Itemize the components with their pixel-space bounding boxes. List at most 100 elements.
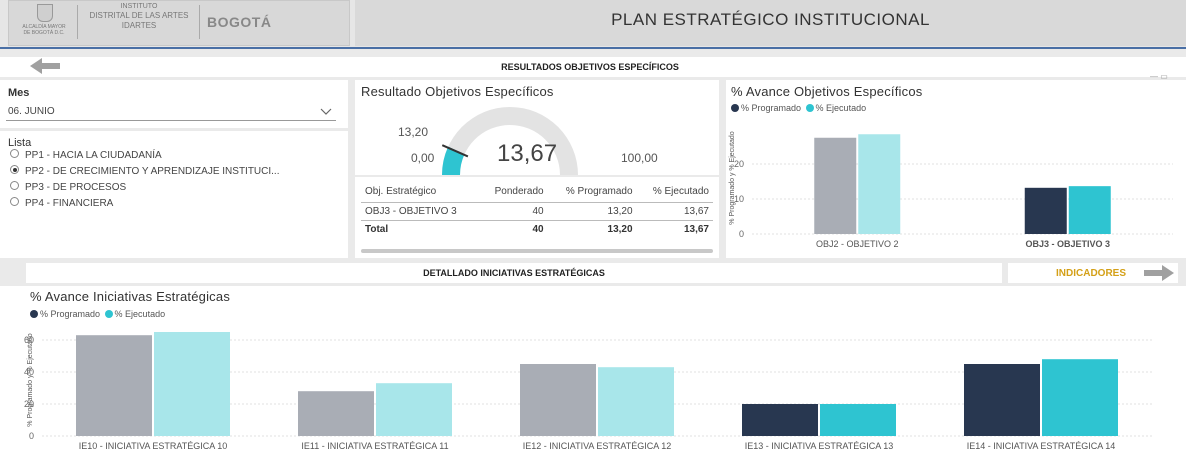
- gauge-target-label: 13,20: [398, 125, 429, 139]
- arrow-left-icon: [30, 58, 60, 74]
- escudo-icon: [37, 4, 53, 22]
- title-box: PLAN ESTRATÉGICO INSTITUCIONAL: [355, 0, 1186, 46]
- x-tick-label: IE14 - INICIATIVA ESTRATÉGICA 14: [967, 441, 1116, 451]
- section-title-detallado: DETALLADO INICIATIVAS ESTRATÉGICAS: [423, 268, 605, 278]
- legend-programado-label: % Programado: [741, 103, 802, 113]
- logo-text-instituto: INSTITUTO: [120, 3, 158, 10]
- iniciativas-chart-title: % Avance Iniciativas Estratégicas: [30, 289, 231, 304]
- iniciativas-bar-chart[interactable]: % Programado y % Ejecutado 0 20 40 60 IE10 - …: [22, 322, 1182, 452]
- logo-text-distrital: DISTRITAL DE LAS ARTES: [89, 11, 189, 20]
- y-tick-label: 20: [734, 159, 744, 169]
- obj-table: Obj. Estratégico Ponderado % Programado …: [361, 180, 713, 238]
- objetivos-bar-chart[interactable]: % Programado y % Ejecutado0 10 20 OBJ2 - OB…: [728, 116, 1183, 256]
- x-tick-label: IE12 - INICIATIVA ESTRATÉGICA 12: [523, 441, 672, 451]
- lista-option-label: PP3 - DE PROCESOS: [25, 182, 127, 193]
- mes-label: Mes: [8, 87, 30, 99]
- bar-ejecutado[interactable]: [820, 404, 896, 436]
- gauge-value: 13,67: [497, 140, 558, 167]
- logo-bogota: BOGOTÁ: [207, 14, 272, 30]
- chevron-down-icon: [320, 108, 332, 115]
- lista-option-label: PP4 - FINANCIERA: [25, 198, 114, 209]
- bar-programado[interactable]: [520, 364, 596, 436]
- legend-ejecutado-label: % Ejecutado: [815, 103, 867, 113]
- bar-ejecutado[interactable]: [376, 383, 452, 436]
- x-tick-label: IE13 - INICIATIVA ESTRATÉGICA 13: [745, 441, 894, 451]
- table-cell: 40: [532, 224, 544, 235]
- y-tick-label: 0: [739, 229, 744, 239]
- legend-programado-dot: [731, 104, 739, 112]
- radio-icon: [10, 149, 19, 158]
- legend-programado-label: % Programado: [40, 309, 101, 319]
- table-cell: 13,67: [683, 224, 709, 235]
- legend-ejecutado-label: % Ejecutado: [114, 309, 166, 319]
- lista-option-pp1[interactable]: PP1 - HACIA LA CIUDADANÍA: [10, 148, 345, 164]
- bar-programado[interactable]: [76, 335, 152, 436]
- y-tick-label: 40: [24, 367, 34, 377]
- y-tick-label: 20: [24, 399, 34, 409]
- logo-box: ALCALDÍA MAYOR DE BOGOTÁ D.C. INSTITUTO …: [8, 0, 350, 46]
- y-axis-title: % Programado y % Ejecutado: [729, 131, 736, 224]
- table-cell: 13,20: [607, 224, 633, 235]
- x-tick-label: OBJ3 - OBJETIVO 3: [1025, 239, 1110, 249]
- x-tick-label: IE11 - INICIATIVA ESTRATÉGICA 11: [301, 441, 448, 451]
- table-row[interactable]: OBJ3 - OBJETIVO 3 40 13,20 13,67: [361, 203, 713, 221]
- back-button[interactable]: [30, 57, 62, 75]
- y-tick-label: 10: [734, 194, 744, 204]
- radio-icon: [10, 197, 19, 206]
- lista-options: PP1 - HACIA LA CIUDADANÍA PP2 - DE CRECI…: [10, 148, 345, 212]
- lista-option-pp4[interactable]: PP4 - FINANCIERA: [10, 196, 345, 212]
- col-header[interactable]: % Programado: [548, 180, 637, 203]
- legend-ejecutado-dot: [805, 104, 814, 112]
- indicadores-button[interactable]: INDICADORES: [1008, 263, 1178, 283]
- table-header-row: Obj. Estratégico Ponderado % Programado …: [361, 180, 713, 203]
- table-cell: Total: [365, 224, 389, 235]
- page-title: PLAN ESTRATÉGICO INSTITUCIONAL: [611, 10, 930, 29]
- bar-programado[interactable]: [814, 137, 857, 234]
- radio-selected-icon: [10, 165, 19, 174]
- lista-option-pp3[interactable]: PP3 - DE PROCESOS: [10, 180, 345, 196]
- mes-dropdown[interactable]: 06. JUNIO: [6, 102, 336, 121]
- bar-programado[interactable]: [742, 404, 818, 436]
- bar-ejecutado[interactable]: [598, 367, 674, 436]
- gauge-max-label: 100,00: [621, 151, 658, 165]
- section-title-resultados: RESULTADOS OBJETIVOS ESPECÍFICOS: [501, 62, 679, 72]
- bar-ejecutado[interactable]: [858, 134, 901, 234]
- table-cell: 13,67: [683, 206, 709, 217]
- table-scrollbar[interactable]: [361, 249, 713, 253]
- legend-programado-dot: [30, 310, 38, 318]
- visual-header-icons[interactable]: — ▭: [1150, 72, 1180, 81]
- x-tick-label: IE10 - INICIATIVA ESTRATÉGICA 10: [79, 441, 228, 451]
- bar-ejecutado[interactable]: [1068, 186, 1111, 234]
- col-header[interactable]: Obj. Estratégico: [361, 180, 480, 203]
- indicadores-label: INDICADORES: [1056, 268, 1127, 279]
- radio-icon: [10, 181, 19, 190]
- table-cell: 40: [532, 206, 544, 217]
- iniciativas-chart-legend: % Programado % Ejecutado: [30, 309, 165, 319]
- table-cell: 13,20: [607, 206, 633, 217]
- table-cell: OBJ3 - OBJETIVO 3: [365, 206, 457, 217]
- bar-programado[interactable]: [964, 364, 1040, 436]
- bar-ejecutado[interactable]: [1042, 359, 1118, 436]
- col-header[interactable]: Ponderado: [480, 180, 548, 203]
- table-total-row: Total 40 13,20 13,67: [361, 221, 713, 239]
- logo-divider-2: [199, 5, 200, 39]
- bar-ejecutado[interactable]: [154, 332, 230, 436]
- col-header[interactable]: % Ejecutado: [637, 180, 713, 203]
- gauge-min-label: 0,00: [411, 151, 435, 165]
- lista-option-pp2[interactable]: PP2 - DE CRECIMIENTO Y APRENDIZAJE INSTI…: [10, 164, 345, 180]
- bar-programado[interactable]: [1024, 187, 1067, 234]
- objetivos-chart-title: % Avance Objetivos Específicos: [731, 84, 923, 99]
- legend-ejecutado-dot: [104, 310, 113, 318]
- logo-small-text: ALCALDÍA MAYOR DE BOGOTÁ D.C.: [22, 24, 66, 36]
- y-tick-label: 60: [24, 335, 34, 345]
- lista-option-label: PP2 - DE CRECIMIENTO Y APRENDIZAJE INSTI…: [25, 166, 280, 177]
- y-tick-label: 0: [29, 431, 34, 441]
- logo-divider: [77, 5, 78, 39]
- arrow-right-icon: [1144, 265, 1174, 281]
- bar-programado[interactable]: [298, 391, 374, 436]
- logo-text-idartes: IDARTES: [121, 21, 157, 30]
- mes-dropdown-value: 06. JUNIO: [8, 106, 55, 117]
- objetivos-chart-legend: % Programado % Ejecutado: [731, 103, 866, 113]
- lista-option-label: PP1 - HACIA LA CIUDADANÍA: [25, 150, 162, 161]
- x-tick-label: OBJ2 - OBJETIVO 2: [816, 239, 899, 249]
